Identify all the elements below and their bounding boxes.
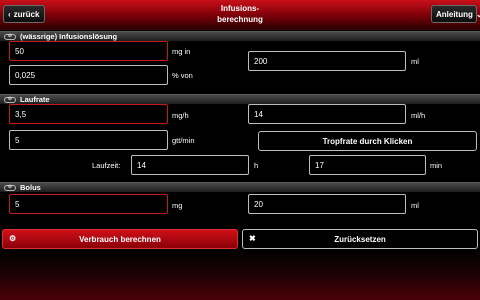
background-gradient: [0, 250, 480, 300]
runtime-label: Laufzeit:: [92, 161, 121, 170]
amount-mg-input[interactable]: [9, 41, 168, 61]
section-header-rate[interactable]: ⊘ Laufrate: [0, 94, 480, 104]
rate-mlh-input[interactable]: [248, 104, 406, 124]
minutes-unit-label: min: [430, 161, 443, 170]
calculate-usage-label: Verbrauch berechnen: [79, 234, 161, 244]
page-title-line1: Infusions-: [220, 4, 260, 13]
gear-icon: ⚙: [9, 234, 17, 243]
rate-mgh-input[interactable]: [9, 104, 168, 124]
bolus-mg-unit-label: mg: [172, 201, 183, 210]
percent-unit-label: % von: [172, 71, 193, 80]
mlh-unit-label: ml/h: [411, 111, 426, 120]
volume-ml-input[interactable]: [248, 51, 406, 71]
back-button-label: zurück: [13, 9, 40, 19]
collapse-toggle-icon[interactable]: ⊘: [4, 96, 16, 103]
drip-rate-input[interactable]: [9, 130, 168, 150]
reset-label: Zurücksetzen: [334, 234, 386, 244]
amount-unit-label: mg in: [172, 47, 191, 56]
section-title-infusion: (wässrige) Infusionslösung: [20, 32, 118, 41]
bolus-ml-unit-label: ml: [411, 201, 419, 210]
runtime-minutes-input[interactable]: [309, 155, 426, 175]
help-dropdown[interactable]: Anleitung ⌄: [431, 5, 480, 23]
header-bar: ‹ zurück Infusions- berechnung Anleitung…: [0, 0, 480, 30]
page-title-line2: berechnung: [217, 15, 263, 24]
bolus-ml-input[interactable]: [248, 194, 406, 214]
page-title: Infusions- berechnung: [160, 3, 320, 25]
bolus-mg-input[interactable]: [9, 194, 168, 214]
reset-button[interactable]: ✖ Zurücksetzen: [242, 229, 478, 249]
calculate-usage-button[interactable]: ⚙ Verbrauch berechnen: [2, 229, 238, 249]
hours-unit-label: h: [254, 161, 259, 170]
percent-input[interactable]: [9, 65, 168, 85]
section-header-bolus[interactable]: ⊘ Bolus: [0, 182, 480, 192]
section-title-rate: Laufrate: [20, 95, 50, 104]
section-title-bolus: Bolus: [20, 183, 41, 192]
back-button[interactable]: ‹ zurück: [3, 5, 45, 23]
help-dropdown-label: Anleitung: [436, 9, 473, 19]
mgh-unit-label: mg/h: [172, 111, 189, 120]
close-icon: ✖: [249, 234, 256, 243]
collapse-toggle-icon[interactable]: ⊘: [4, 184, 16, 191]
runtime-hours-input[interactable]: [131, 155, 249, 175]
drip-by-tap-button[interactable]: Tropfrate durch Klicken: [258, 131, 477, 151]
gtt-unit-label: gtt/min: [172, 136, 195, 145]
chevron-left-icon: ‹: [8, 9, 11, 19]
collapse-toggle-icon[interactable]: ⊘: [4, 33, 16, 40]
chevron-down-icon: ⌄: [475, 9, 480, 19]
volume-unit-label: ml: [411, 57, 419, 66]
section-header-infusion[interactable]: ⊘ (wässrige) Infusionslösung: [0, 31, 480, 41]
